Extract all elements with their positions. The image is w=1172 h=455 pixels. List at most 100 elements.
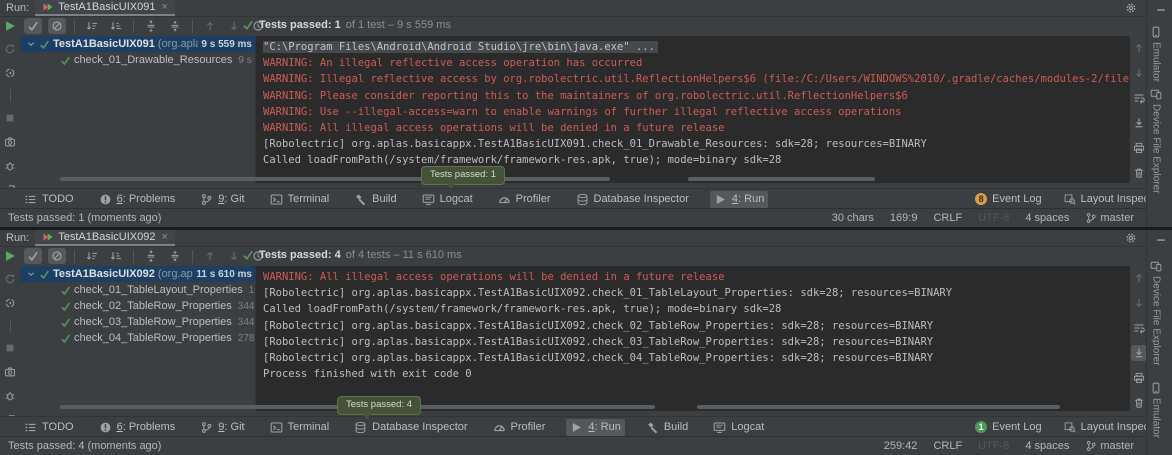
rerun-button[interactable] (3, 249, 17, 263)
test-toolbar-button[interactable] (74, 20, 75, 33)
status-segment[interactable]: 169:9 (890, 212, 918, 224)
test-toolbar-button[interactable] (83, 248, 101, 264)
test-toolbar-button[interactable] (48, 248, 66, 264)
run-strip-button[interactable] (1, 110, 19, 126)
tool-window-button[interactable]: TODO (20, 191, 78, 208)
close-icon[interactable]: × (161, 231, 167, 243)
tool-window-button[interactable]: 6: Problems (95, 419, 180, 436)
horizontal-scrollbar[interactable] (60, 177, 610, 181)
tool-window-button[interactable]: Terminal (266, 419, 334, 436)
hide-icon[interactable] (1155, 234, 1167, 246)
console-strip-button[interactable] (1131, 370, 1147, 386)
test-toolbar-button[interactable] (142, 18, 160, 34)
run-tab[interactable]: TestA1BasicUIX092 × (35, 230, 175, 246)
test-toolbar-button[interactable] (166, 248, 184, 264)
tool-window-button[interactable]: Terminal (266, 191, 334, 208)
test-toolbar-button[interactable] (142, 248, 160, 264)
console-output[interactable]: "C:\Program Files\Android\Android Studio… (255, 36, 1130, 183)
run-strip-button[interactable] (10, 89, 11, 102)
run-strip-button[interactable] (1, 388, 19, 404)
test-toolbar-button[interactable] (107, 248, 125, 264)
status-segment[interactable]: 4 spaces (1025, 440, 1069, 452)
stripe-button[interactable]: Device File Explorer (1150, 260, 1162, 365)
tree-row[interactable]: check_02_TableRow_Properties 344 ms (20, 298, 255, 314)
test-toolbar-button[interactable] (225, 248, 243, 264)
console-output[interactable]: WARNING: All illegal access operations w… (255, 266, 1130, 411)
horizontal-scrollbar[interactable] (688, 177, 875, 181)
run-strip-button[interactable] (1, 134, 19, 150)
test-toolbar-button[interactable] (192, 250, 193, 263)
tool-window-button[interactable]: Build (350, 191, 400, 208)
status-segment[interactable]: 259:42 (884, 440, 918, 452)
tool-window-button[interactable]: Database Inspector (572, 191, 693, 208)
status-segment[interactable]: UTF-8 (978, 212, 1009, 224)
console-strip-button[interactable] (1131, 395, 1147, 411)
status-segment[interactable]: CRLF (933, 440, 962, 452)
test-toolbar-button[interactable] (201, 18, 219, 34)
console-strip-button[interactable] (1131, 295, 1147, 311)
tool-window-button[interactable]: Build (642, 419, 692, 436)
test-toolbar-button[interactable] (74, 250, 75, 263)
test-toolbar-button[interactable] (192, 20, 193, 33)
close-icon[interactable]: × (161, 1, 167, 13)
event-log-button[interactable]: 8 Event Log (975, 193, 1042, 205)
run-tab[interactable]: TestA1BasicUIX091 × (35, 0, 175, 16)
tree-row[interactable]: check_04_TableRow_Properties 278 ms (20, 330, 255, 346)
run-strip-button[interactable] (10, 319, 11, 332)
tree-row[interactable]: check_01_TableLayout_Properties 10 s 644… (20, 282, 255, 298)
test-toolbar-button[interactable] (225, 18, 243, 34)
gear-icon[interactable] (1125, 2, 1137, 14)
chevron-down-icon[interactable] (26, 39, 36, 49)
test-toolbar-button[interactable] (107, 18, 125, 34)
console-strip-button[interactable] (1131, 320, 1147, 336)
tool-window-button[interactable]: 9: Git (196, 191, 248, 208)
stripe-button[interactable]: Emulator (1150, 382, 1162, 438)
chevron-down-icon[interactable] (26, 269, 36, 279)
event-log-button[interactable]: 1 Event Log (975, 421, 1042, 433)
git-branch-widget[interactable]: master (1085, 212, 1134, 224)
tool-window-button[interactable]: Profiler (489, 419, 550, 436)
console-strip-button[interactable] (1131, 345, 1147, 361)
hide-icon[interactable] (1155, 4, 1167, 16)
run-strip-button[interactable] (1, 364, 19, 380)
run-strip-button[interactable] (1, 271, 19, 287)
console-strip-button[interactable] (1131, 165, 1147, 181)
run-strip-button[interactable] (1, 41, 19, 57)
tool-window-button[interactable]: 4: Run (710, 191, 768, 208)
console-strip-button[interactable] (1131, 115, 1147, 131)
test-toolbar-button[interactable] (133, 250, 134, 263)
test-toolbar-button[interactable] (83, 18, 101, 34)
tree-row[interactable]: TestA1BasicUIX092 (org.aplas.basicap 11 … (20, 266, 255, 282)
tool-window-button[interactable]: TODO (20, 419, 78, 436)
status-segment[interactable]: 4 spaces (1025, 212, 1069, 224)
run-strip-button[interactable] (1, 65, 19, 81)
tool-window-button[interactable]: 6: Problems (95, 191, 180, 208)
status-segment[interactable]: 30 chars (832, 212, 874, 224)
tool-window-button[interactable]: Database Inspector (350, 419, 471, 436)
console-strip-button[interactable] (1131, 270, 1147, 286)
console-strip-button[interactable] (1131, 40, 1147, 56)
tool-window-button[interactable]: Logcat (709, 419, 768, 436)
console-strip-button[interactable] (1131, 65, 1147, 81)
status-segment[interactable]: UTF-8 (978, 440, 1009, 452)
console-strip-button[interactable] (1131, 90, 1147, 106)
git-branch-widget[interactable]: master (1085, 440, 1134, 452)
horizontal-scrollbar[interactable] (697, 405, 1060, 409)
tree-row[interactable]: TestA1BasicUIX091 (org.aplas.basicap 9 s… (20, 36, 255, 52)
test-toolbar-button[interactable] (24, 18, 42, 34)
tool-window-button[interactable]: 9: Git (196, 419, 248, 436)
tool-window-button[interactable]: Profiler (494, 191, 555, 208)
stripe-button[interactable]: Emulator (1150, 26, 1162, 82)
test-toolbar-button[interactable] (166, 18, 184, 34)
rerun-button[interactable] (3, 19, 17, 33)
test-toolbar-button[interactable] (133, 20, 134, 33)
console-strip-button[interactable] (1131, 140, 1147, 156)
tool-window-button[interactable]: Logcat (418, 191, 477, 208)
run-strip-button[interactable] (1, 340, 19, 356)
gear-icon[interactable] (1125, 232, 1137, 244)
status-segment[interactable]: CRLF (933, 212, 962, 224)
tree-row[interactable]: check_03_TableRow_Properties 344 ms (20, 314, 255, 330)
tool-window-button[interactable]: 4: Run (566, 419, 624, 436)
stripe-button[interactable]: Device File Explorer (1150, 88, 1162, 193)
test-toolbar-button[interactable] (24, 248, 42, 264)
